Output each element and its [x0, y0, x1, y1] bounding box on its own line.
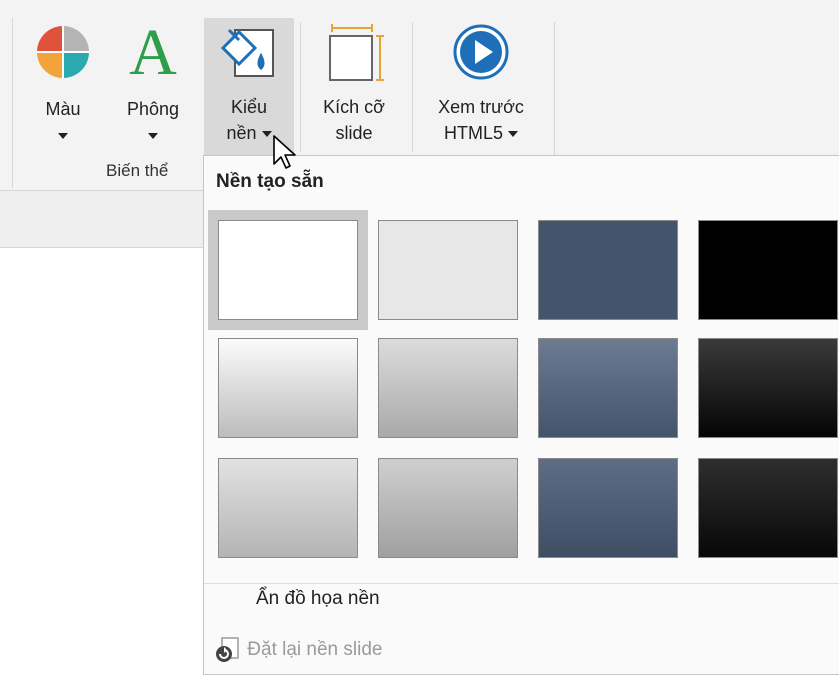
svg-text:A: A [129, 18, 177, 80]
background-styles-dropdown: Nền tạo sẵn Ẩn đồ họa nền Đặt lại nền sl… [203, 155, 839, 675]
preview-html5-button[interactable]: Xem trước HTML5 [418, 18, 544, 158]
preview-label-1: Xem trước [438, 97, 524, 117]
slide-size-label-2: slide [335, 123, 373, 143]
color-palette-icon [35, 24, 91, 87]
reset-slide-background: Đặt lại nền slide [214, 636, 382, 664]
slide-size-label-1: Kích cỡ [323, 97, 385, 117]
play-circle-icon [451, 22, 511, 89]
colors-caret [30, 122, 96, 148]
ribbon-separator [412, 22, 413, 152]
colors-button[interactable]: Màu [30, 18, 96, 158]
reset-background-label: Đặt lại nền slide [247, 639, 383, 661]
background-tile-light-gray-solid[interactable] [378, 220, 518, 320]
preview-label-row: HTML5 [418, 120, 544, 146]
background-tile-white-solid[interactable] [218, 220, 358, 320]
preview-caret [508, 131, 519, 138]
background-tile-black-gradient-2[interactable] [698, 458, 838, 558]
fonts-button[interactable]: A Phông [112, 16, 194, 158]
preview-label-2: HTML5 [443, 123, 503, 143]
background-tile-slate-blue-gradient[interactable] [538, 338, 678, 438]
background-style-label-2: nền [226, 123, 257, 143]
background-tile-gray-gradient-2[interactable] [378, 458, 518, 558]
fonts-label: Phông [126, 99, 180, 119]
ribbon-divider [12, 18, 13, 188]
slide-size-icon [322, 24, 386, 91]
ribbon-collapsed-band [0, 191, 205, 248]
dropdown-divider [204, 583, 839, 584]
background-tile-slate-blue-gradient-2[interactable] [538, 458, 678, 558]
background-tile-slate-blue-solid[interactable] [538, 220, 678, 320]
background-style-caret [261, 131, 272, 138]
background-tile-gray-gradient[interactable] [378, 338, 518, 438]
reset-background-icon [216, 637, 239, 662]
background-tile-white-gradient[interactable] [218, 338, 358, 438]
hide-background-graphics[interactable]: Ẩn đồ họa nền [256, 588, 380, 610]
colors-label: Màu [45, 99, 81, 119]
font-a-icon: A [123, 16, 183, 89]
mouse-cursor-icon [273, 135, 296, 169]
group-label-variants: Biến thể [106, 161, 169, 180]
background-style-label-1: Kiểu [230, 97, 268, 117]
background-tile-black-gradient[interactable] [698, 338, 838, 438]
fonts-caret [112, 122, 194, 148]
background-tile-black-solid[interactable] [698, 220, 838, 320]
preset-backgrounds-title: Nền tạo sẵn [216, 171, 324, 192]
paint-bucket-icon [219, 22, 279, 89]
background-tile-white-gradient-2[interactable] [218, 458, 358, 558]
ribbon-separator [300, 22, 301, 152]
slide-size-button[interactable]: Kích cỡ slide [306, 18, 402, 158]
